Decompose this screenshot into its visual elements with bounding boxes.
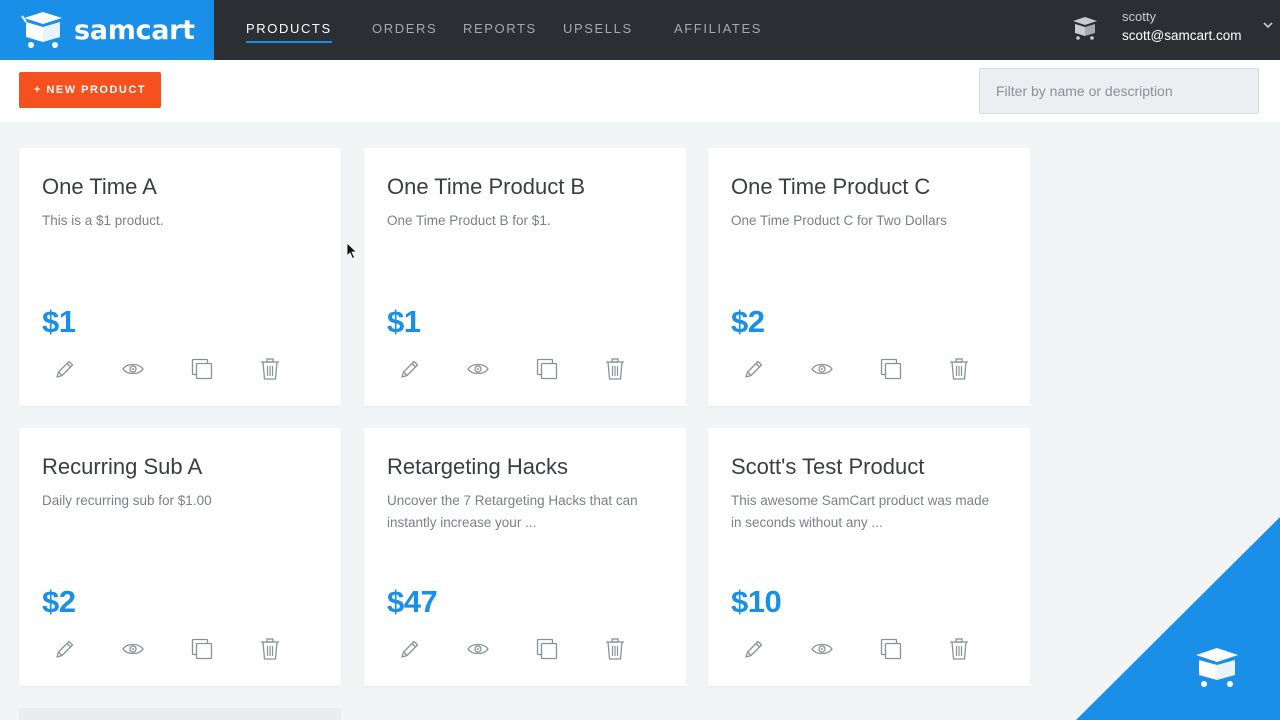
product-card[interactable]: One Time Product B One Time Product B for… [364,148,686,406]
delete-button[interactable] [946,636,972,662]
product-card[interactable]: Retargeting Hacks Uncover the 7 Retargeti… [364,428,686,686]
duplicate-button[interactable] [189,636,215,662]
preview-button[interactable] [809,356,835,382]
preview-button[interactable] [809,636,835,662]
preview-button[interactable] [120,356,146,382]
product-title[interactable]: Recurring Sub A [42,454,202,480]
product-description: This is a $1 product. [42,213,164,228]
product-price: $1 [42,304,76,339]
edit-button[interactable] [741,636,767,662]
card-actions [401,356,650,382]
samcart-logo[interactable]: samcart [0,0,214,60]
trash-icon [258,637,282,661]
copy-icon [535,637,559,661]
copy-icon [190,357,214,381]
user-cart-icon [1073,17,1097,40]
nav-products[interactable]: PRODUCTS [246,21,332,43]
product-title[interactable]: Retargeting Hacks [387,454,568,480]
duplicate-button[interactable] [878,356,904,382]
trash-icon [947,357,971,381]
edit-button[interactable] [397,636,423,662]
preview-button[interactable] [465,356,491,382]
card-actions [56,636,305,662]
duplicate-button[interactable] [534,356,560,382]
eye-icon [121,357,145,381]
partial-product-card [19,708,341,720]
nav-affiliates[interactable]: AFFILIATES [674,21,762,36]
product-price: $47 [387,584,438,619]
new-product-button[interactable]: + NEW PRODUCT [19,72,161,108]
delete-button[interactable] [257,636,283,662]
copy-icon [190,637,214,661]
pencil-icon [398,357,422,381]
delete-button[interactable] [602,356,628,382]
duplicate-button[interactable] [878,636,904,662]
pencil-icon [53,637,77,661]
trash-icon [603,637,627,661]
copy-icon [535,357,559,381]
pencil-icon [398,637,422,661]
edit-button[interactable] [741,356,767,382]
copy-icon [879,637,903,661]
trash-icon [947,637,971,661]
card-actions [745,356,994,382]
delete-button[interactable] [257,356,283,382]
user-name: scotty [1122,9,1156,24]
card-actions [56,356,305,382]
trash-icon [603,357,627,381]
edit-button[interactable] [397,356,423,382]
product-title[interactable]: Scott's Test Product [731,454,924,480]
product-description: One Time Product C for Two Dollars [731,213,947,228]
pencil-icon [53,357,77,381]
preview-button[interactable] [465,636,491,662]
product-description: One Time Product B for $1. [387,213,551,228]
card-actions [745,636,994,662]
product-card[interactable]: One Time Product C One Time Product C for… [708,148,1030,406]
preview-button[interactable] [120,636,146,662]
product-card[interactable]: Scott's Test Product This awesome SamCart… [708,428,1030,686]
brand-name: samcart [74,14,195,46]
user-email: scott@samcart.com [1122,28,1242,43]
nav-orders[interactable]: ORDERS [372,21,437,36]
nav-reports[interactable]: REPORTS [463,21,537,36]
product-description: Uncover the 7 Retargeting Hacks that can… [387,493,638,530]
eye-icon [810,637,834,661]
eye-icon [121,637,145,661]
product-card[interactable]: One Time A This is a $1 product. $1 [19,148,341,406]
duplicate-button[interactable] [189,356,215,382]
eye-icon [810,357,834,381]
delete-button[interactable] [602,636,628,662]
trash-icon [258,357,282,381]
chevron-down-icon[interactable] [1262,20,1274,30]
pencil-icon [742,637,766,661]
product-price: $10 [731,584,782,619]
nav-upsells[interactable]: UPSELLS [563,21,633,36]
cart-logo-icon [21,12,62,48]
eye-icon [466,637,490,661]
edit-button[interactable] [52,636,78,662]
mouse-cursor-icon [346,242,358,260]
duplicate-button[interactable] [534,636,560,662]
product-price: $1 [387,304,421,339]
card-actions [401,636,650,662]
delete-button[interactable] [946,356,972,382]
product-price: $2 [42,584,76,619]
action-bar: + NEW PRODUCT [0,60,1280,122]
eye-icon [466,357,490,381]
top-navigation-bar: samcart PRODUCTS ORDERS REPORTS UPSELLS … [0,0,1280,60]
product-title[interactable]: One Time Product C [731,174,930,200]
filter-input[interactable] [979,68,1259,114]
pencil-icon [742,357,766,381]
edit-button[interactable] [52,356,78,382]
product-card[interactable]: Recurring Sub A Daily recurring sub for $… [19,428,341,686]
corner-cart-icon[interactable] [1192,646,1242,688]
product-title[interactable]: One Time Product B [387,174,585,200]
product-price: $2 [731,304,765,339]
copy-icon [879,357,903,381]
product-description: This awesome SamCart product was made in… [731,493,990,530]
corner-triangle [1076,517,1280,720]
product-description: Daily recurring sub for $1.00 [42,493,212,508]
product-title[interactable]: One Time A [42,174,157,200]
